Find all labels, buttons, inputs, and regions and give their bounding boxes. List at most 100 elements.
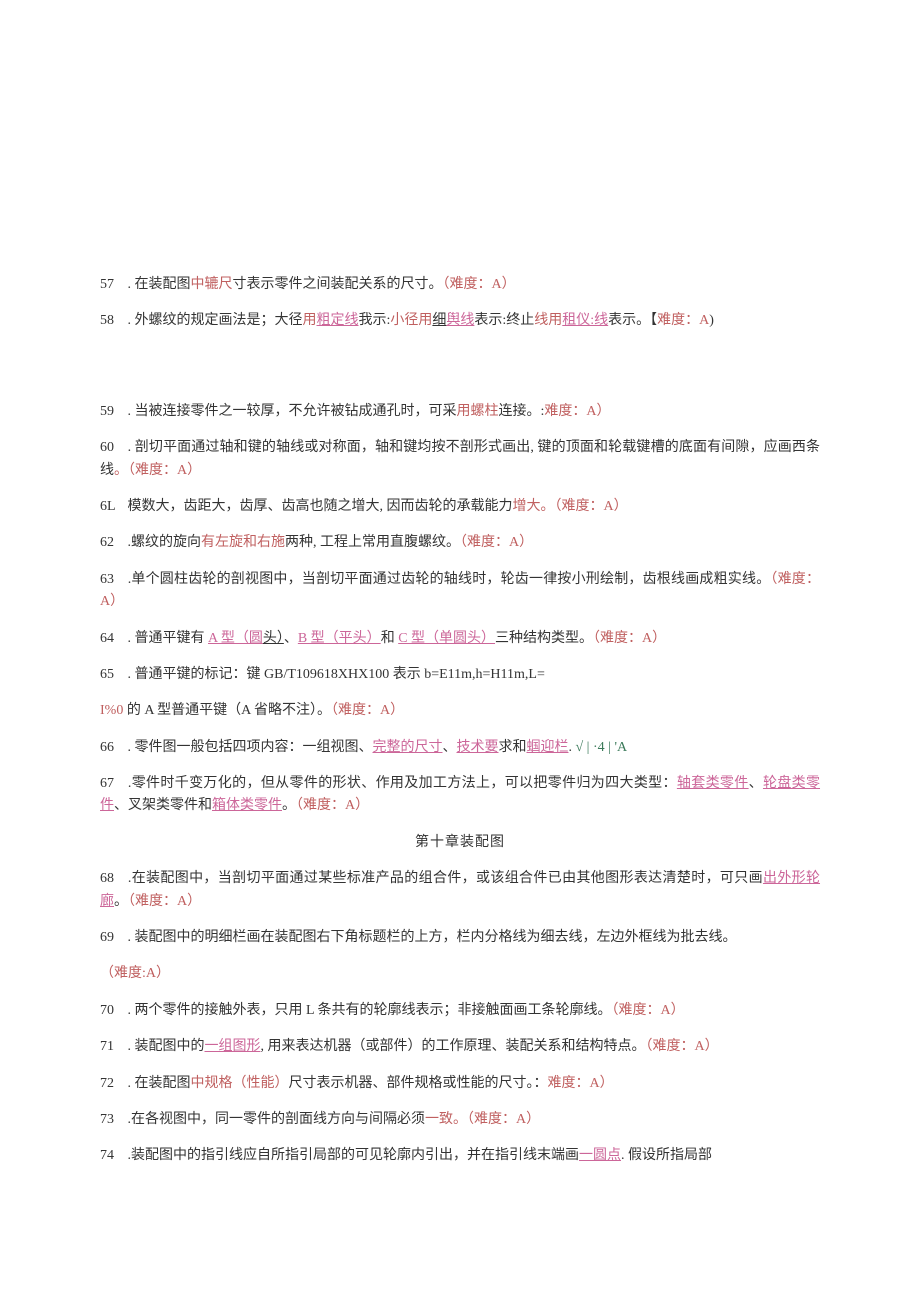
text-run: 、 — [284, 631, 298, 646]
text-run: 两种, 工程上常用直腹螺纹。 — [285, 535, 460, 550]
text-run: ) — [709, 313, 714, 328]
item-number: 69 — [100, 927, 124, 949]
highlighted-term: 轴套类零件 — [677, 776, 749, 791]
question-item: 64 . 普通平键有 A 型（圆头）、B 型（平头）和 C 型（单圆头）三种结构… — [100, 628, 820, 650]
question-item: 73 .在各视图中，同一零件的剖面线方向与间隔必须一致。（难度：A） — [100, 1109, 820, 1131]
text-run: . 装配图中的明细栏画在装配图右下角标题栏的上方，栏内分格线为细去线，左边外框线… — [124, 930, 737, 945]
item-number: 65 — [100, 664, 124, 686]
text-run: 求和 — [499, 740, 527, 755]
question-item: 68 .在装配图中，当剖切平面通过某些标准产品的组合件，或该组合件已由其他图形表… — [100, 868, 820, 913]
highlighted-term: 箱体类零件 — [212, 798, 282, 813]
text-run: （难度：A） — [331, 703, 404, 718]
highlighted-term: 蝈迎栏 — [527, 740, 569, 755]
text-run: 我示: — [359, 313, 391, 328]
highlighted-term: A 型（圆 — [208, 631, 263, 646]
text-run: （难度：A） — [593, 631, 666, 646]
text-run: 线用 — [534, 313, 562, 328]
highlighted-term: √ | ·4 | 'A — [576, 740, 628, 755]
question-item: 66 . 零件图一般包括四项内容：一组视图、完整的尺寸、技术要求和蝈迎栏. √ … — [100, 737, 820, 759]
question-item: （难度:A） — [100, 963, 820, 985]
text-run: 增大。（难度：A） — [513, 499, 628, 514]
question-item: 59 . 当被连接零件之一较厚，不允许被钻成通孔时，可采用螺柱连接。:难度：A） — [100, 401, 820, 423]
text-run: . — [569, 740, 576, 755]
item-number: 72 — [100, 1073, 124, 1095]
highlighted-term: 完整的尺寸 — [373, 740, 443, 755]
item-number: 58 — [100, 310, 124, 332]
text-run: 模数大，齿距大，齿厚、齿高也随之增大, 因而齿轮的承载能力 — [124, 499, 513, 514]
document-page: 57 . 在装配图中辘尺寸表示零件之间装配关系的尺寸。（难度：A）58 . 外螺… — [0, 0, 920, 1301]
text-run: 连接。: — [499, 404, 545, 419]
text-run: . 在装配图 — [124, 1076, 191, 1091]
item-number: 57 — [100, 274, 124, 296]
text-run: 和 — [381, 631, 399, 646]
text-run: （难度：A） — [460, 535, 533, 550]
questions-list: 57 . 在装配图中辘尺寸表示零件之间装配关系的尺寸。（难度：A）58 . 外螺… — [100, 274, 820, 1168]
item-number: 59 — [100, 401, 124, 423]
item-number: 70 — [100, 1000, 124, 1022]
text-run: .螺纹的旋向 — [124, 535, 201, 550]
text-run: .零件时千变万化的，但从零件的形状、作用及加工方法上，可以把零件归为四大类型： — [124, 776, 677, 791]
text-run: . 装配图中的 — [124, 1039, 205, 1054]
text-run: . 两个零件的接触外表，只用 L 条共有的轮廓线表示；非接触面画工条轮廓线。 — [124, 1003, 612, 1018]
highlighted-term: B 型（平头） — [298, 631, 381, 646]
text-run: .装配图中的指引线应自所指引局部的可见轮廓内引出，并在指引线末端画 — [124, 1148, 579, 1163]
text-run: I%0 — [100, 703, 123, 718]
text-run: 有左旋和右施 — [201, 535, 285, 550]
text-run: . 普通平键有 — [124, 631, 208, 646]
text-run: .单个圆柱齿轮的剖视图中，当剖切平面通过齿轮的轴线时，轮齿一律按小刑绘制，齿根线… — [124, 572, 770, 587]
text-run: 表示。【 — [608, 313, 657, 328]
text-run: （难度:A） — [100, 966, 170, 981]
text-run: . 假设所指局部 — [621, 1148, 712, 1163]
text-run: 中辘尺 — [191, 277, 233, 292]
question-item: 58 . 外螺纹的规定画法是；大径用粗定线我示:小径用细舆线表示:终止线用租仪:… — [100, 310, 820, 332]
question-item: 71 . 装配图中的一组图形, 用来表达机器（或部件）的工作原理、装配关系和结构… — [100, 1036, 820, 1058]
text-run: （难度：A） — [646, 1039, 719, 1054]
highlighted-term: 技术要 — [457, 740, 499, 755]
item-number: 71 — [100, 1036, 124, 1058]
text-run: 。（难度：A） — [114, 463, 201, 478]
text-run: （难度：A） — [443, 277, 516, 292]
question-item: 70 . 两个零件的接触外表，只用 L 条共有的轮廓线表示；非接触面画工条轮廓线… — [100, 1000, 820, 1022]
text-run: . 剖切平面通过轴和键的轴线或对称面，轴和键均按不剖形式画出, 键的顶面和轮载键… — [100, 440, 820, 477]
item-number: 63 — [100, 569, 124, 591]
text-run: . 外螺纹的规定画法是；大径 — [124, 313, 303, 328]
text-run: 一致。（难度：A） — [425, 1112, 540, 1127]
text-run: 头） — [263, 631, 284, 646]
item-number: 6L — [100, 496, 124, 518]
blank-gap — [100, 347, 820, 387]
chapter-heading: 第十章装配图 — [100, 832, 820, 854]
text-run: . 普通平键的标记：键 GB/T109618XHX100 表示 b=E11m,h… — [124, 667, 545, 682]
text-run: 三种结构类型。 — [495, 631, 593, 646]
question-item: 57 . 在装配图中辘尺寸表示零件之间装配关系的尺寸。（难度：A） — [100, 274, 820, 296]
text-run: . 当被连接零件之一较厚，不允许被钻成通孔时，可采 — [124, 404, 457, 419]
text-run: .在装配图中，当剖切平面通过某些标准产品的组合件，或该组合件已由其他图形表达清楚… — [124, 871, 763, 886]
item-number: 62 — [100, 532, 124, 554]
text-run: （难度：A） — [612, 1003, 685, 1018]
text-run: 用螺柱 — [457, 404, 499, 419]
text-run: 表示:终止 — [474, 313, 534, 328]
text-run: 尺寸表示机器、部件规格或性能的尺寸。： — [289, 1076, 548, 1091]
text-run: 、叉架类零件和 — [114, 798, 212, 813]
highlighted-term: 一圆点 — [579, 1148, 621, 1163]
text-run: 难度：A — [657, 313, 709, 328]
question-item: 72 . 在装配图中规格（性能）尺寸表示机器、部件规格或性能的尺寸。：难度：A） — [100, 1073, 820, 1095]
text-run: 小径用 — [390, 313, 432, 328]
highlighted-term: 一组图形 — [205, 1039, 261, 1054]
question-item: 6L 模数大，齿距大，齿厚、齿高也随之增大, 因而齿轮的承载能力增大。（难度：A… — [100, 496, 820, 518]
question-item: 65 . 普通平键的标记：键 GB/T109618XHX100 表示 b=E11… — [100, 664, 820, 686]
text-run: （难度：A） — [128, 894, 201, 909]
highlighted-term: 粗定线 — [317, 313, 359, 328]
highlighted-term: 舆线 — [446, 313, 474, 328]
question-item: 63 .单个圆柱齿轮的剖视图中，当剖切平面通过齿轮的轴线时，轮齿一律按小刑绘制，… — [100, 569, 820, 614]
text-run: 难度：A） — [548, 1076, 614, 1091]
text-run: （难度：A） — [296, 798, 369, 813]
text-run: . 在装配图 — [124, 277, 191, 292]
text-run: 中规格（性能） — [191, 1076, 289, 1091]
text-run: .在各视图中，同一零件的剖面线方向与间隔必须 — [124, 1112, 425, 1127]
text-run: 难度：A） — [544, 404, 610, 419]
text-run: , 用来表达机器（或部件）的工作原理、装配关系和结构特点。 — [261, 1039, 646, 1054]
text-run: 寸表示零件之间装配关系的尺寸。 — [233, 277, 443, 292]
text-run: 用 — [303, 313, 317, 328]
highlighted-term: C 型（单圆头） — [398, 631, 495, 646]
question-item: 69 . 装配图中的明细栏画在装配图右下角标题栏的上方，栏内分格线为细去线，左边… — [100, 927, 820, 949]
